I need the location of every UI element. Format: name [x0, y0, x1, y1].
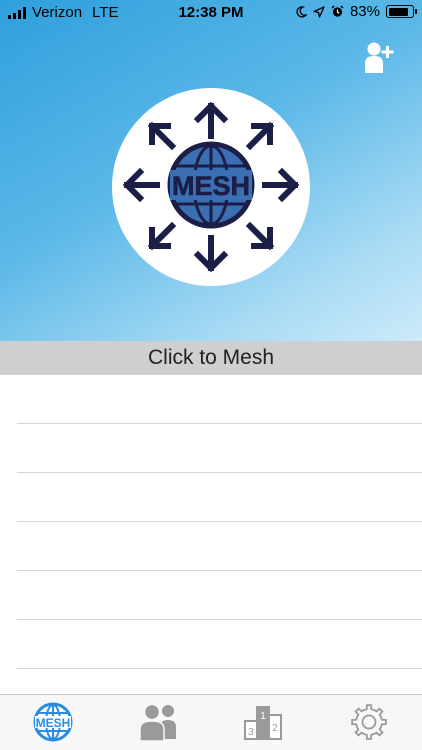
tab-friends[interactable]	[134, 699, 184, 745]
click-to-mesh-label: Click to Mesh	[147, 346, 275, 369]
globe-arrows-icon: MESH	[122, 101, 300, 273]
add-person-icon	[365, 42, 394, 73]
logo-text: MESH	[172, 171, 250, 201]
battery-fill	[388, 7, 408, 16]
battery-icon	[386, 5, 417, 18]
status-right: 83%	[296, 3, 417, 20]
mesh-globe-icon: MESH	[33, 702, 73, 742]
tab-leaderboard[interactable]: 1 2 3	[240, 699, 290, 745]
settings-gear-icon	[351, 704, 387, 740]
location-arrow-icon	[313, 5, 325, 18]
battery-percent: 83%	[349, 3, 380, 20]
list-item[interactable]	[17, 473, 422, 522]
tab-settings[interactable]	[344, 699, 394, 745]
mesh-logo[interactable]: MESH	[112, 88, 310, 286]
tab-mesh[interactable]: MESH	[28, 699, 78, 745]
add-friend-button[interactable]	[362, 40, 396, 74]
podium-first-label: 1	[260, 711, 266, 722]
alarm-icon	[331, 5, 344, 17]
tab-bar: MESH 1 2 3	[0, 694, 422, 750]
hero-header: Verizon LTE 12:38 PM 83% MESH	[0, 0, 422, 341]
list-item[interactable]	[17, 620, 422, 669]
click-to-mesh-button[interactable]: Click to Mesh	[0, 341, 422, 375]
mesh-list	[0, 375, 422, 694]
list-item[interactable]	[17, 424, 422, 473]
leaderboard-podium-icon: 1 2 3	[244, 706, 282, 740]
tab-mesh-label: MESH	[36, 716, 71, 730]
status-bar: Verizon LTE 12:38 PM 83%	[0, 0, 422, 26]
podium-second-label: 2	[272, 723, 278, 734]
moon-icon	[296, 5, 307, 18]
podium-third-label: 3	[248, 727, 254, 738]
list-item[interactable]	[17, 522, 422, 571]
list-item[interactable]	[17, 375, 422, 424]
list-item[interactable]	[17, 571, 422, 620]
friends-icon	[139, 703, 176, 742]
